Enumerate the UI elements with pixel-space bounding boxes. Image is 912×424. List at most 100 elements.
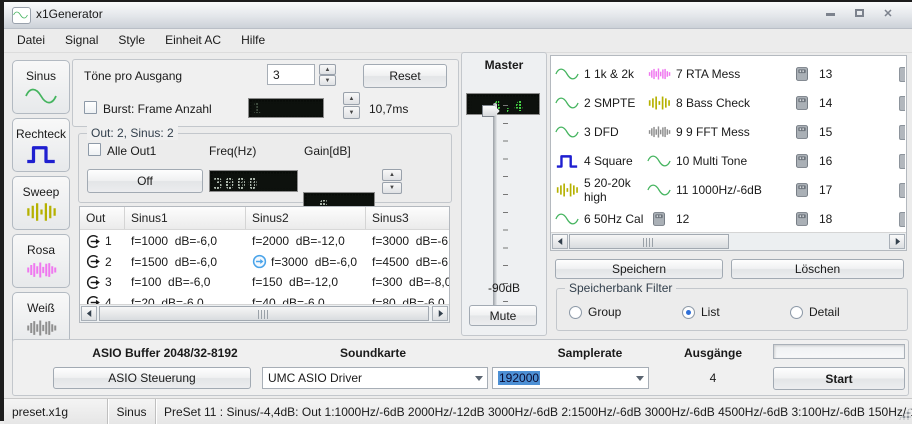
preset-scrollbar[interactable] [551, 232, 906, 250]
start-button[interactable]: Start [773, 367, 905, 390]
preset-item[interactable]: 15 [790, 117, 902, 146]
reset-button[interactable]: Reset [363, 64, 447, 88]
sinus3-cell[interactable]: f=3000 dB=-6,0 [366, 234, 449, 248]
preset-label: 1 1k & 2k [584, 67, 634, 81]
sinus3-cell[interactable]: f=4500 dB=-6,0 [366, 255, 449, 269]
scrollbar-thumb[interactable] [99, 306, 429, 321]
table-row[interactable]: 3 f=100 dB=-6,0 f=150 dB=-12,0 f=300 dB=… [80, 272, 449, 293]
gain-spin-up[interactable]: ▲ [382, 169, 402, 181]
sinus2-cell[interactable]: f=150 dB=-12,0 [246, 275, 366, 289]
radio-option-group[interactable]: Group [569, 305, 621, 319]
scroll-left-button[interactable] [81, 306, 97, 321]
preset-item[interactable]: 12 [647, 204, 790, 233]
menu-item[interactable]: Signal [65, 33, 98, 47]
sinus3-cell[interactable]: f=300 dB=-8,0 [366, 275, 449, 289]
signal-tab[interactable]: Sweep [12, 176, 70, 230]
group-radio[interactable] [569, 306, 582, 319]
menu-item[interactable]: Hilfe [241, 33, 265, 47]
chevron-down-icon [475, 376, 483, 381]
minimize-button[interactable] [820, 6, 840, 22]
asio-control-button[interactable]: ASIO Steuerung [53, 367, 251, 389]
preset-item-partial-icon [899, 212, 905, 227]
detail-radio[interactable] [790, 306, 803, 319]
preset-item[interactable]: 13 [790, 59, 902, 88]
preset-icon [647, 95, 671, 111]
preset-item[interactable]: 17 [790, 175, 902, 204]
sinus1-cell[interactable]: f=1500 dB=-6,0 [125, 255, 246, 269]
minimize-icon [826, 13, 835, 16]
list-radio[interactable] [682, 306, 695, 319]
signal-tab[interactable]: Rechteck [12, 118, 70, 172]
signal-sidebar: Sinus Rechteck Sweep Rosa [4, 60, 74, 340]
signal-tab[interactable]: Weiß [12, 292, 70, 346]
preset-item[interactable]: 1 1k & 2k [555, 59, 647, 88]
table-scrollbar[interactable] [80, 304, 449, 322]
preset-item[interactable]: 18 [790, 204, 902, 233]
master-min-label: -90dB [462, 281, 546, 295]
off-button[interactable]: Off [87, 169, 203, 193]
preset-icon [555, 66, 579, 82]
samplerate-label: Samplerate [530, 346, 650, 360]
radio-option-list[interactable]: List [682, 305, 720, 319]
preset-icon [790, 66, 814, 82]
preset-icon [790, 95, 814, 111]
preset-item[interactable]: 7 RTA Mess [647, 59, 790, 88]
chevron-down-icon [636, 376, 644, 381]
scroll-right-button[interactable] [432, 306, 448, 321]
alle-out1-checkbox[interactable] [88, 143, 101, 156]
preset-item[interactable]: 9 9 FFT Mess [647, 117, 790, 146]
status-info: PreSet 11 : Sinus/-4,4dB: Out 1:1000Hz/-… [156, 399, 912, 424]
title-bar[interactable]: x1Generator ✕ [4, 2, 912, 29]
preset-item[interactable]: 4 Square [555, 146, 647, 175]
close-button[interactable]: ✕ [878, 6, 898, 22]
burst-checkbox[interactable] [84, 101, 97, 114]
scrollbar-thumb[interactable] [569, 234, 729, 249]
mute-button[interactable]: Mute [469, 305, 537, 326]
preset-label: 17 [819, 183, 832, 197]
sinus2-cell[interactable]: f=2000 dB=-12,0 [246, 234, 366, 248]
col-header-out: Out [80, 207, 125, 229]
save-preset-button[interactable]: Speichern [555, 259, 723, 279]
list-radio-label: List [701, 305, 720, 319]
preset-item[interactable]: 14 [790, 88, 902, 117]
signal-tab-icon [24, 202, 58, 222]
table-row[interactable]: 2 f=1500 dB=-6,0 f=3000 dB=-6,0 f=4500 d… [80, 252, 449, 273]
radio-option-detail[interactable]: Detail [790, 305, 840, 319]
preset-item[interactable]: 3 DFD [555, 117, 647, 146]
preset-item[interactable]: 6 50Hz Cal [555, 204, 647, 233]
sinus1-cell[interactable]: f=1000 dB=-6,0 [125, 234, 246, 248]
burst-spin-down[interactable]: ▼ [343, 106, 360, 119]
preset-item[interactable]: 8 Bass Check [647, 88, 790, 117]
menu-item[interactable]: Datei [17, 33, 45, 47]
preset-item[interactable]: 10 Multi Tone [647, 146, 790, 175]
menu-item[interactable]: Einheit AC [165, 33, 221, 47]
preset-item[interactable]: 11 1000Hz/-6dB [647, 175, 790, 204]
samplerate-combobox[interactable]: 192000 [492, 367, 649, 389]
preset-label: 10 Multi Tone [676, 154, 747, 168]
sinus2-cell[interactable]: f=3000 dB=-6,0 [246, 254, 366, 269]
tones-per-output-input[interactable]: 3 [267, 64, 315, 85]
table-row[interactable]: 1 f=1000 dB=-6,0 f=2000 dB=-12,0 f=3000 … [80, 231, 449, 252]
maximize-icon [855, 9, 864, 17]
preset-item[interactable]: 5 20-20k high [555, 175, 647, 204]
tones-spin-up[interactable]: ▲ [319, 64, 336, 75]
soundcard-combobox[interactable]: UMC ASIO Driver [262, 367, 488, 389]
gain-spin-down[interactable]: ▼ [382, 182, 402, 194]
sinus1-cell[interactable]: f=100 dB=-6,0 [125, 275, 246, 289]
signal-tab[interactable]: Sinus [12, 60, 70, 114]
tones-spin-down[interactable]: ▼ [319, 75, 336, 86]
scroll-right-button[interactable] [889, 234, 905, 249]
preset-item[interactable]: 2 SMPTE [555, 88, 647, 117]
scroll-left-button[interactable] [552, 234, 568, 249]
delete-preset-button[interactable]: Löschen [731, 259, 904, 279]
signal-tab[interactable]: Rosa [12, 234, 70, 288]
burst-spin-up[interactable]: ▲ [343, 92, 360, 105]
menu-item[interactable]: Style [118, 33, 145, 47]
maximize-button[interactable] [849, 6, 869, 22]
preset-label: 18 [819, 212, 832, 226]
preset-icon [647, 153, 671, 169]
preset-item[interactable]: 16 [790, 146, 902, 175]
preset-icon [555, 153, 579, 169]
group-radio-label: Group [588, 305, 621, 319]
scrollbar-grip [643, 238, 655, 247]
